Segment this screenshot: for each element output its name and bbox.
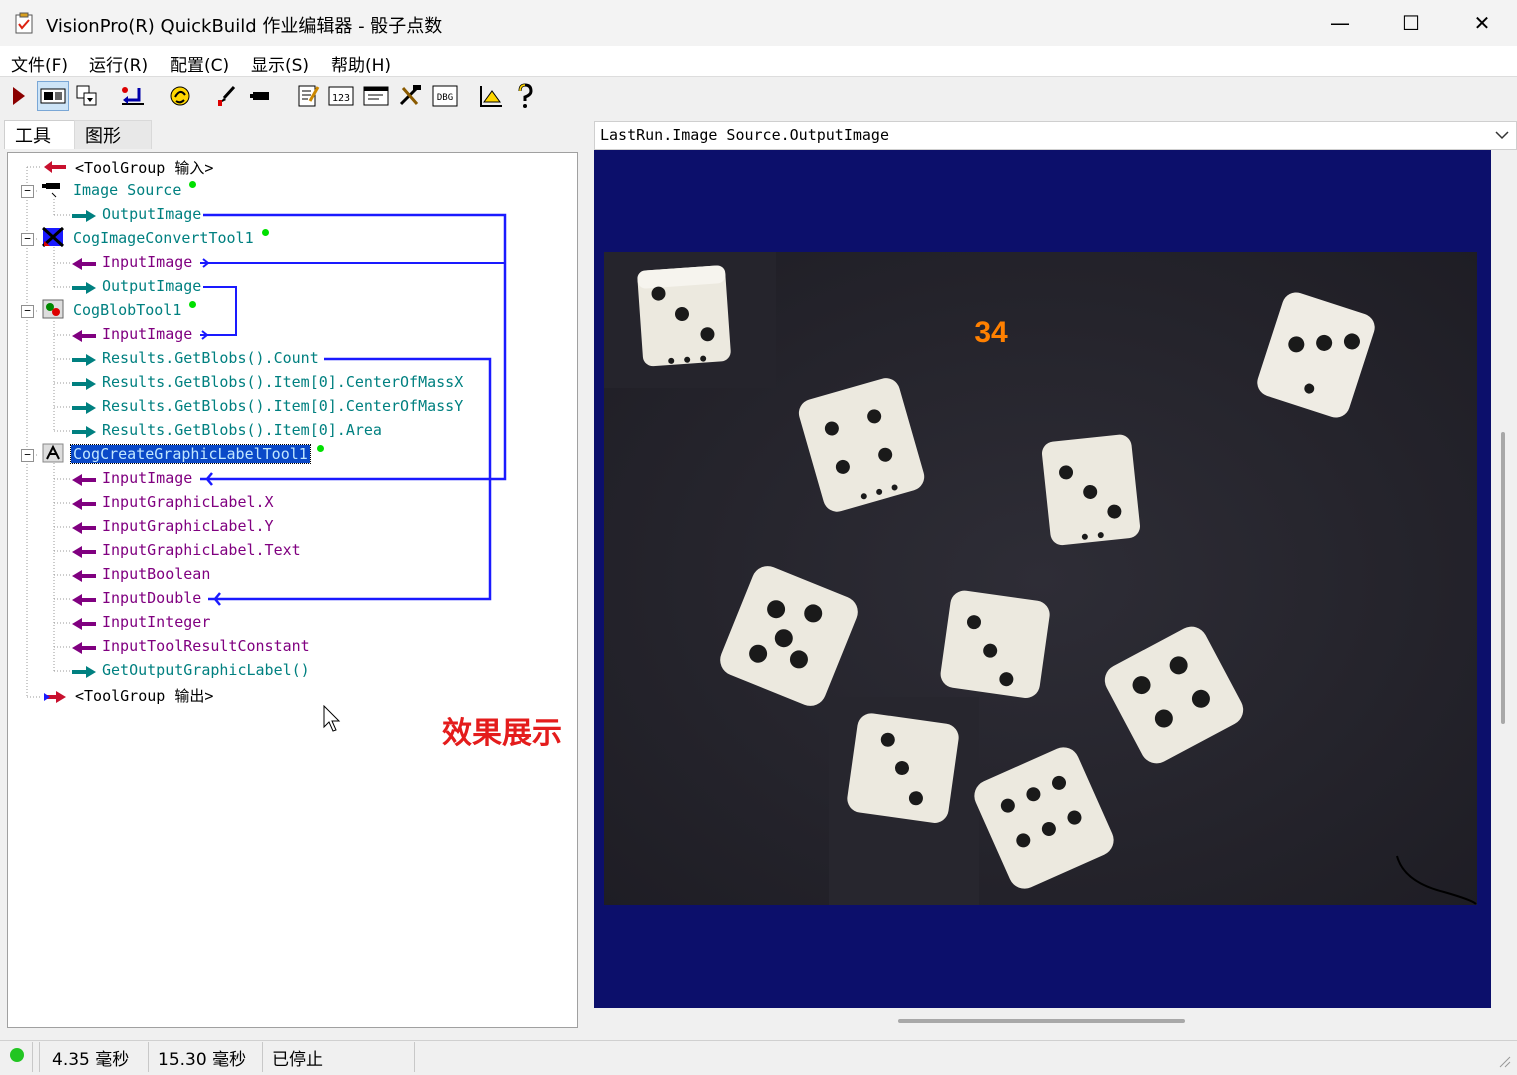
tree-bt-count[interactable]: Results.GetBlobs().Count	[102, 349, 319, 367]
brush-icon[interactable]	[211, 82, 241, 110]
graphic-label-tool-icon	[42, 443, 64, 463]
image-source-value: LastRun.Image Source.OutputImage	[600, 126, 889, 144]
tree-label-tool[interactable]: CogCreateGraphicLabelTool1	[70, 444, 311, 464]
tree-bt-cy[interactable]: Results.GetBlobs().Item[0].CenterOfMassY	[102, 397, 463, 415]
tree-group-input[interactable]: <ToolGroup 输入>	[75, 157, 213, 178]
maximize-button[interactable]: ☐	[1376, 0, 1446, 46]
image-source-selector[interactable]: LastRun.Image Source.OutputImage	[594, 121, 1517, 150]
tree-convert-tool[interactable]: CogImageConvertTool1	[73, 229, 254, 247]
output-arrow-icon	[72, 402, 96, 414]
terminal-icon[interactable]	[361, 82, 391, 110]
chart-icon[interactable]	[476, 82, 506, 110]
number-icon[interactable]: 123	[326, 82, 356, 110]
status-time-last: 4.35 毫秒	[46, 1042, 149, 1072]
dice-image: 34	[604, 252, 1477, 905]
tree-ct-input[interactable]: InputImage	[102, 253, 192, 271]
menu-run[interactable]: 运行(R)	[89, 51, 148, 76]
edit-icon[interactable]	[293, 82, 323, 110]
minimize-button[interactable]: —	[1305, 0, 1375, 46]
camera-icon[interactable]	[246, 82, 276, 110]
input-arrow-icon	[72, 330, 96, 342]
blob-count-label: 34	[974, 316, 1008, 349]
status-state: 已停止	[266, 1042, 415, 1072]
overlay-caption: 效果展示	[442, 716, 562, 751]
input-arrow-icon	[72, 570, 96, 582]
tree-is-output[interactable]: OutputImage	[102, 205, 201, 223]
tree-lt-get[interactable]: GetOutputGraphicLabel()	[102, 661, 310, 679]
expander-image-source[interactable]: −	[21, 185, 34, 198]
tools-icon[interactable]	[395, 82, 425, 110]
group-input-icon	[44, 161, 66, 173]
resize-grip-icon[interactable]	[1496, 1053, 1512, 1069]
tree-lt-bool[interactable]: InputBoolean	[102, 565, 210, 583]
status-dot	[189, 181, 196, 188]
dbg-icon-label: DBG	[437, 93, 453, 103]
tree-group-output[interactable]: <ToolGroup 输出>	[75, 685, 213, 706]
number-icon-label: 123	[332, 93, 350, 104]
camera-tool-icon	[42, 183, 60, 198]
input-arrow-icon	[72, 618, 96, 630]
tree-image-source[interactable]: Image Source	[73, 181, 181, 199]
status-dot	[189, 301, 196, 308]
tab-tools[interactable]: 工具	[4, 120, 82, 149]
app-icon	[15, 12, 33, 34]
status-dot	[262, 229, 269, 236]
close-button[interactable]: ✕	[1447, 0, 1517, 46]
group-output-icon	[44, 691, 66, 703]
tree-bt-cx[interactable]: Results.GetBlobs().Item[0].CenterOfMassX	[102, 373, 463, 391]
output-arrow-icon	[72, 282, 96, 294]
vertical-scrollbar[interactable]	[1501, 432, 1505, 724]
horizontal-scrollbar[interactable]	[898, 1019, 1185, 1023]
tree-lt-x[interactable]: InputGraphicLabel.X	[102, 493, 274, 511]
menu-config[interactable]: 配置(C)	[170, 51, 229, 76]
dbg-icon[interactable]: DBG	[430, 82, 460, 110]
refresh-icon[interactable]	[165, 82, 195, 110]
image-convert-tool-icon	[42, 227, 64, 247]
input-arrow-icon	[72, 474, 96, 486]
status-divider	[32, 1042, 40, 1072]
tree-ct-output[interactable]: OutputImage	[102, 277, 201, 295]
tree-lt-int[interactable]: InputInteger	[102, 613, 210, 631]
output-arrow-icon	[72, 426, 96, 438]
tree-lt-const[interactable]: InputToolResultConstant	[102, 637, 310, 655]
menu-display[interactable]: 显示(S)	[251, 51, 309, 76]
status-time-total: 15.30 毫秒	[152, 1042, 263, 1072]
help-icon[interactable]	[510, 82, 540, 110]
tree-bt-area[interactable]: Results.GetBlobs().Item[0].Area	[102, 421, 382, 439]
tree-lt-y[interactable]: InputGraphicLabel.Y	[102, 517, 274, 535]
show-image-icon[interactable]	[37, 81, 69, 111]
reset-icon[interactable]	[118, 82, 148, 110]
input-arrow-icon	[72, 642, 96, 654]
menu-file[interactable]: 文件(F)	[11, 51, 68, 76]
menu-help[interactable]: 帮助(H)	[331, 51, 391, 76]
input-arrow-icon	[72, 498, 96, 510]
copy-icon[interactable]	[72, 82, 102, 110]
input-arrow-icon	[72, 258, 96, 270]
tree-lt-double[interactable]: InputDouble	[102, 589, 201, 607]
output-arrow-icon	[72, 378, 96, 390]
tree-lt-input[interactable]: InputImage	[102, 469, 192, 487]
tree-bt-input[interactable]: InputImage	[102, 325, 192, 343]
tool-tree-panel: <ToolGroup 输入> − Image Source OutputImag…	[7, 152, 578, 1028]
output-arrow-icon	[72, 354, 96, 366]
expander-convert-tool[interactable]: −	[21, 233, 34, 246]
output-arrow-icon	[72, 210, 96, 222]
tree-blob-tool[interactable]: CogBlobTool1	[73, 301, 181, 319]
tree-lt-text[interactable]: InputGraphicLabel.Text	[102, 541, 301, 559]
mouse-cursor-icon	[323, 705, 341, 732]
window-title: VisionPro(R) QuickBuild 作业编辑器 - 骰子点数	[46, 16, 443, 37]
input-arrow-icon	[72, 522, 96, 534]
expander-label-tool[interactable]: −	[21, 449, 34, 462]
output-arrow-icon	[72, 666, 96, 678]
tab-graphics[interactable]: 图形	[74, 120, 152, 149]
run-icon[interactable]	[3, 82, 33, 110]
status-dot	[317, 445, 324, 452]
run-status-icon	[10, 1048, 24, 1062]
expander-blob-tool[interactable]: −	[21, 305, 34, 318]
input-arrow-icon	[72, 594, 96, 606]
chevron-down-icon[interactable]	[1495, 130, 1509, 140]
input-arrow-icon	[72, 546, 96, 558]
blob-tool-icon	[42, 299, 64, 319]
